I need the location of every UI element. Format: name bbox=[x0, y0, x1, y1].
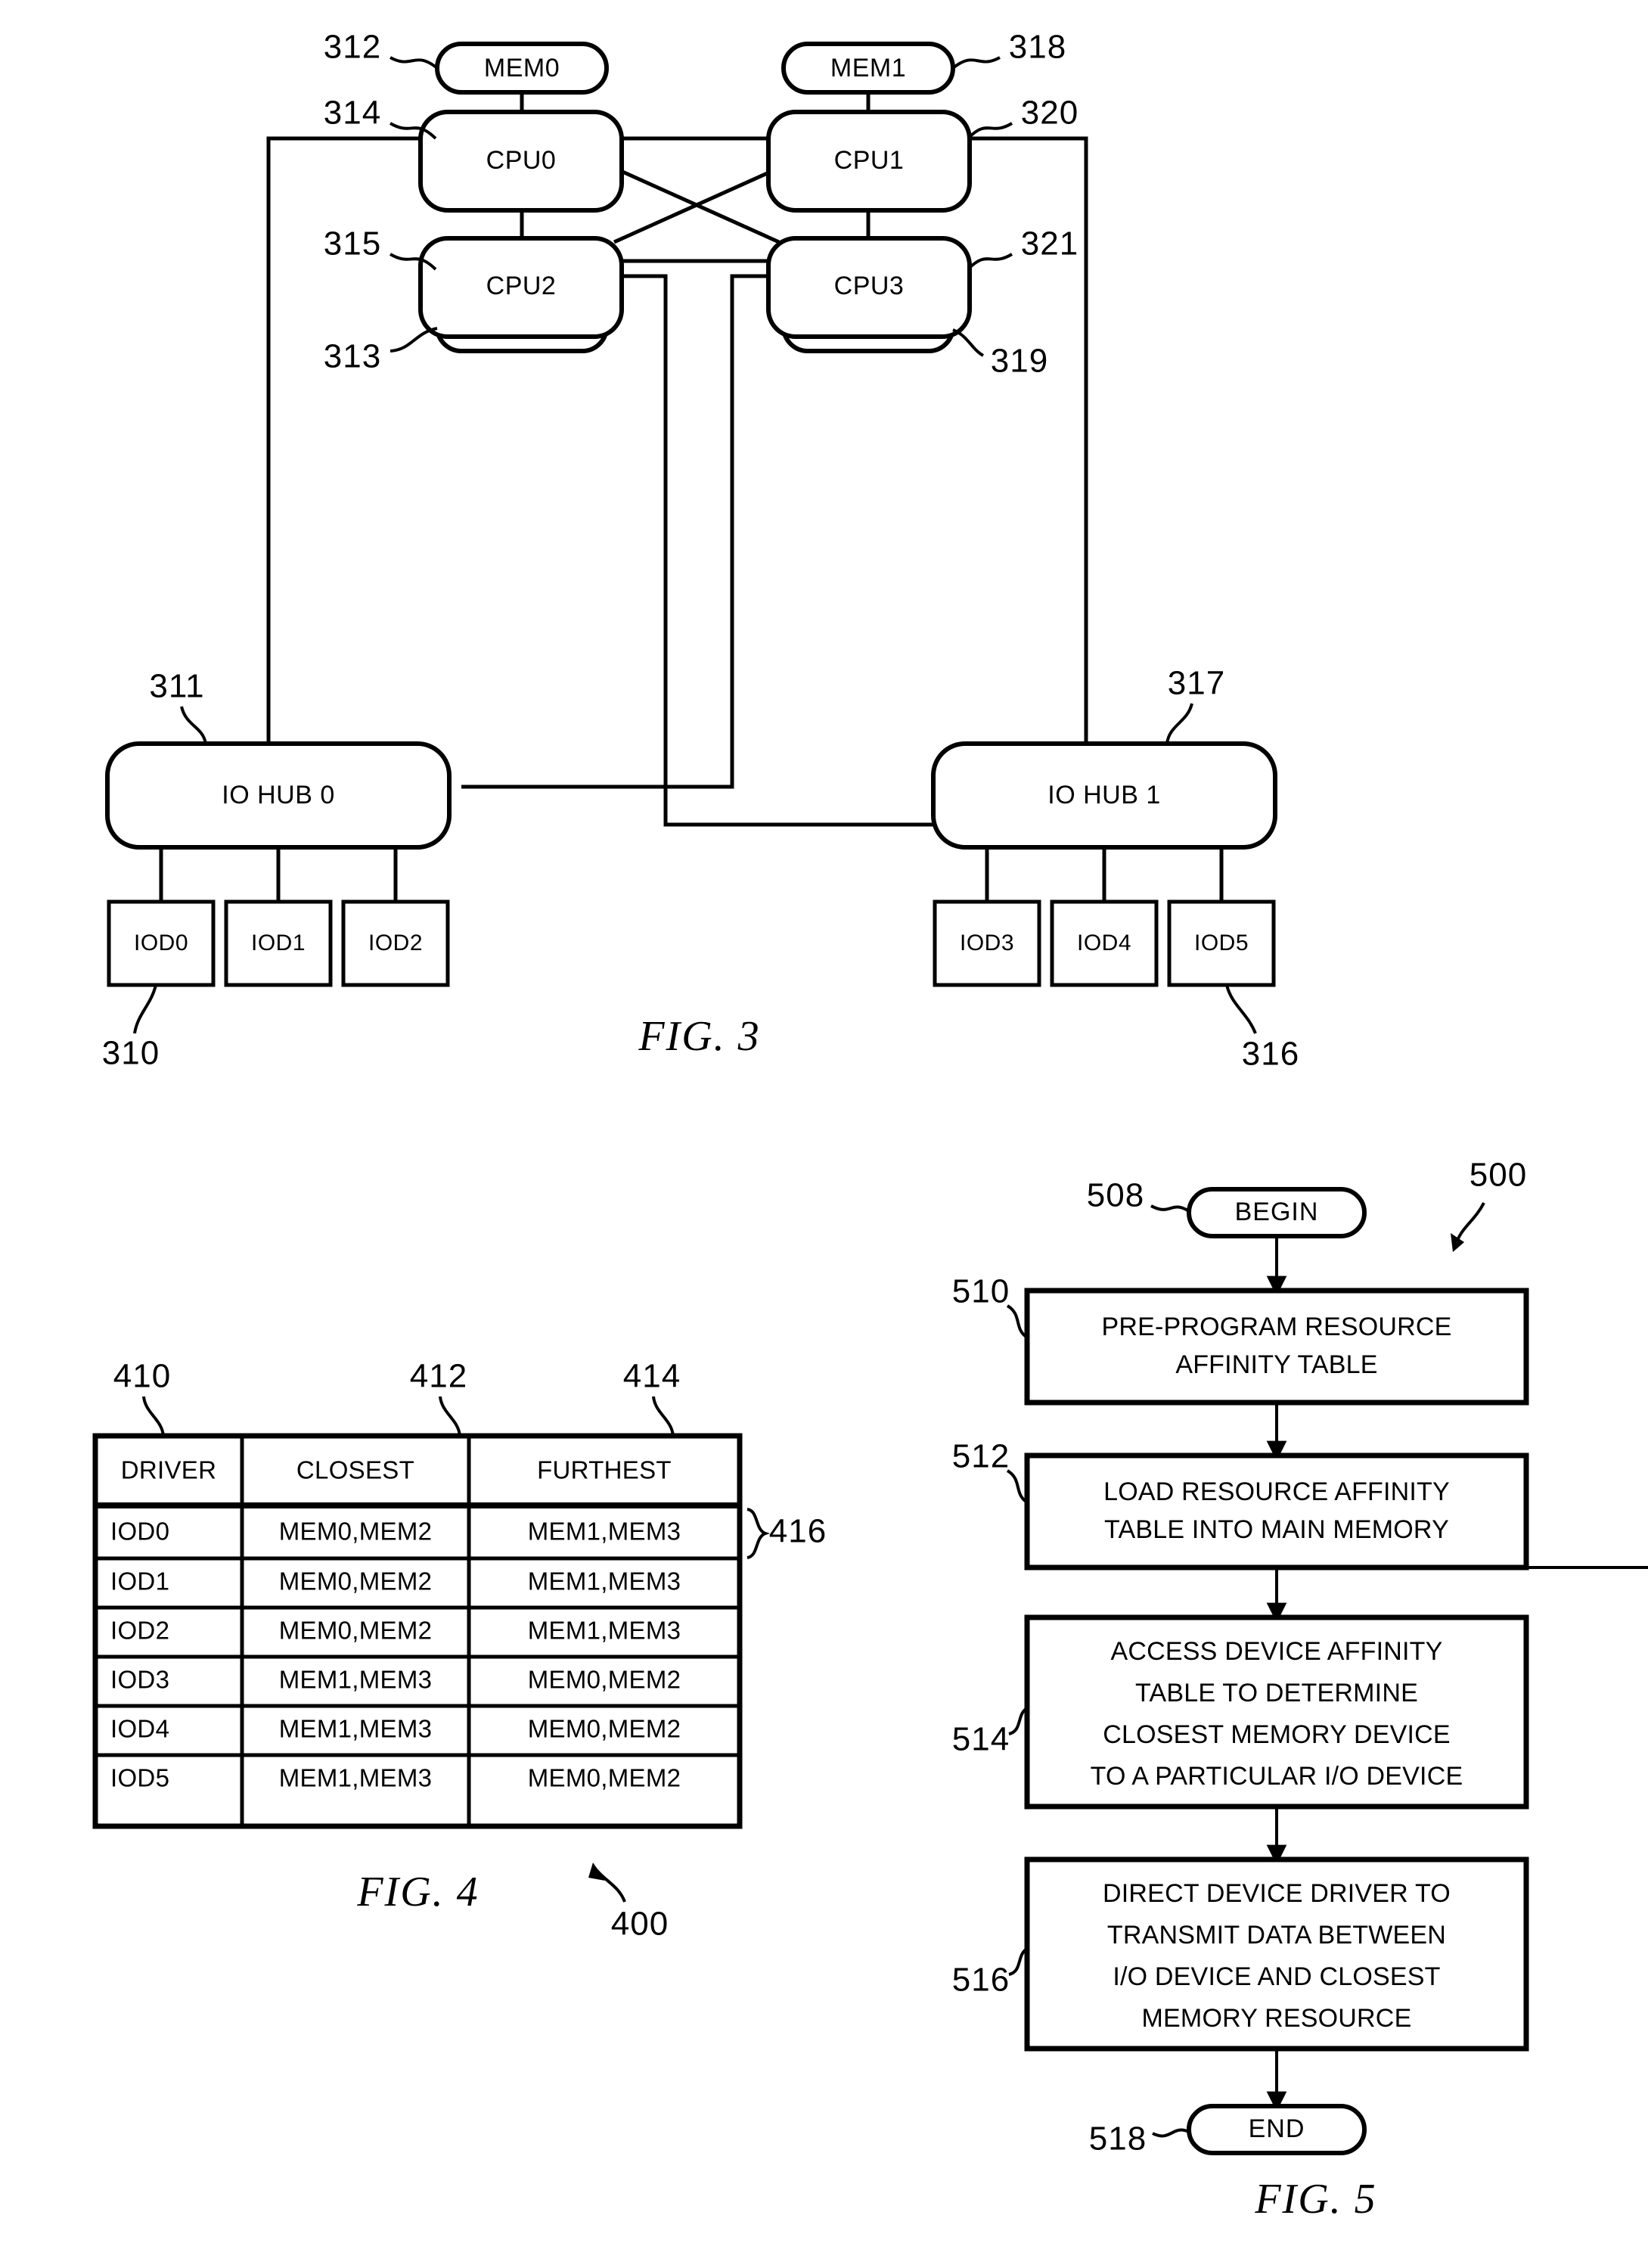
fig5-caption: FIG. 5 bbox=[1254, 2176, 1376, 2223]
fig5-begin-terminal: BEGIN bbox=[1187, 1187, 1367, 1238]
ref-512: 512 bbox=[952, 1438, 1010, 1475]
fig5-step-510-line1: PRE-PROGRAM RESOURCE bbox=[1101, 1313, 1451, 1341]
fig5-end-label: END bbox=[1249, 2114, 1305, 2143]
ref-518: 518 bbox=[1089, 2120, 1147, 2158]
fig5-step-512: LOAD RESOURCE AFFINITY TABLE INTO MAIN M… bbox=[1024, 1452, 1529, 1571]
ref-514: 514 bbox=[952, 1721, 1010, 1758]
figure-5: BEGIN 508 500 PRE-PROGRAM RESOURCE AFFIN… bbox=[952, 1157, 1648, 2223]
fig5-step-516-line4: MEMORY RESOURCE bbox=[1142, 2004, 1412, 2033]
ref-500: 500 bbox=[1470, 1157, 1527, 1194]
fig5-step-514-line2: TABLE TO DETERMINE bbox=[1135, 1679, 1418, 1707]
fig5-step-516-line2: TRANSMIT DATA BETWEEN bbox=[1107, 1921, 1446, 1950]
fig5-step-514-line4: TO A PARTICULAR I/O DEVICE bbox=[1091, 1762, 1463, 1791]
fig5-flow-arrowhead bbox=[1451, 1233, 1464, 1252]
fig5-step-516: DIRECT DEVICE DRIVER TO TRANSMIT DATA BE… bbox=[1024, 1856, 1529, 2052]
ref-516: 516 bbox=[952, 1962, 1010, 1999]
fig5-end-terminal: END bbox=[1187, 2104, 1367, 2155]
fig5-begin-label: BEGIN bbox=[1235, 1198, 1319, 1226]
fig5-step-512-line1: LOAD RESOURCE AFFINITY bbox=[1103, 1477, 1450, 1506]
fig5-step-512-line2: TABLE INTO MAIN MEMORY bbox=[1104, 1515, 1449, 1544]
fig5-step-516-line3: I/O DEVICE AND CLOSEST bbox=[1113, 1962, 1440, 1991]
fig5-step-514-line3: CLOSEST MEMORY DEVICE bbox=[1103, 1720, 1451, 1749]
patent-figure-sheet: MEM0 MEM1 MEM2 MEM3 CPU0 CPU1 CPU2 bbox=[0, 0, 1648, 2268]
ref-510: 510 bbox=[952, 1273, 1010, 1310]
fig5-step-514-line1: ACCESS DEVICE AFFINITY bbox=[1111, 1637, 1443, 1666]
fig5-step-510: PRE-PROGRAM RESOURCE AFFINITY TABLE bbox=[1024, 1288, 1529, 1406]
fig5-step-510-line2: AFFINITY TABLE bbox=[1175, 1350, 1377, 1379]
ref-508: 508 bbox=[1087, 1177, 1144, 1214]
fig5-step-516-line1: DIRECT DEVICE DRIVER TO bbox=[1103, 1879, 1451, 1908]
fig5-step-514: ACCESS DEVICE AFFINITY TABLE TO DETERMIN… bbox=[1024, 1614, 1529, 1810]
